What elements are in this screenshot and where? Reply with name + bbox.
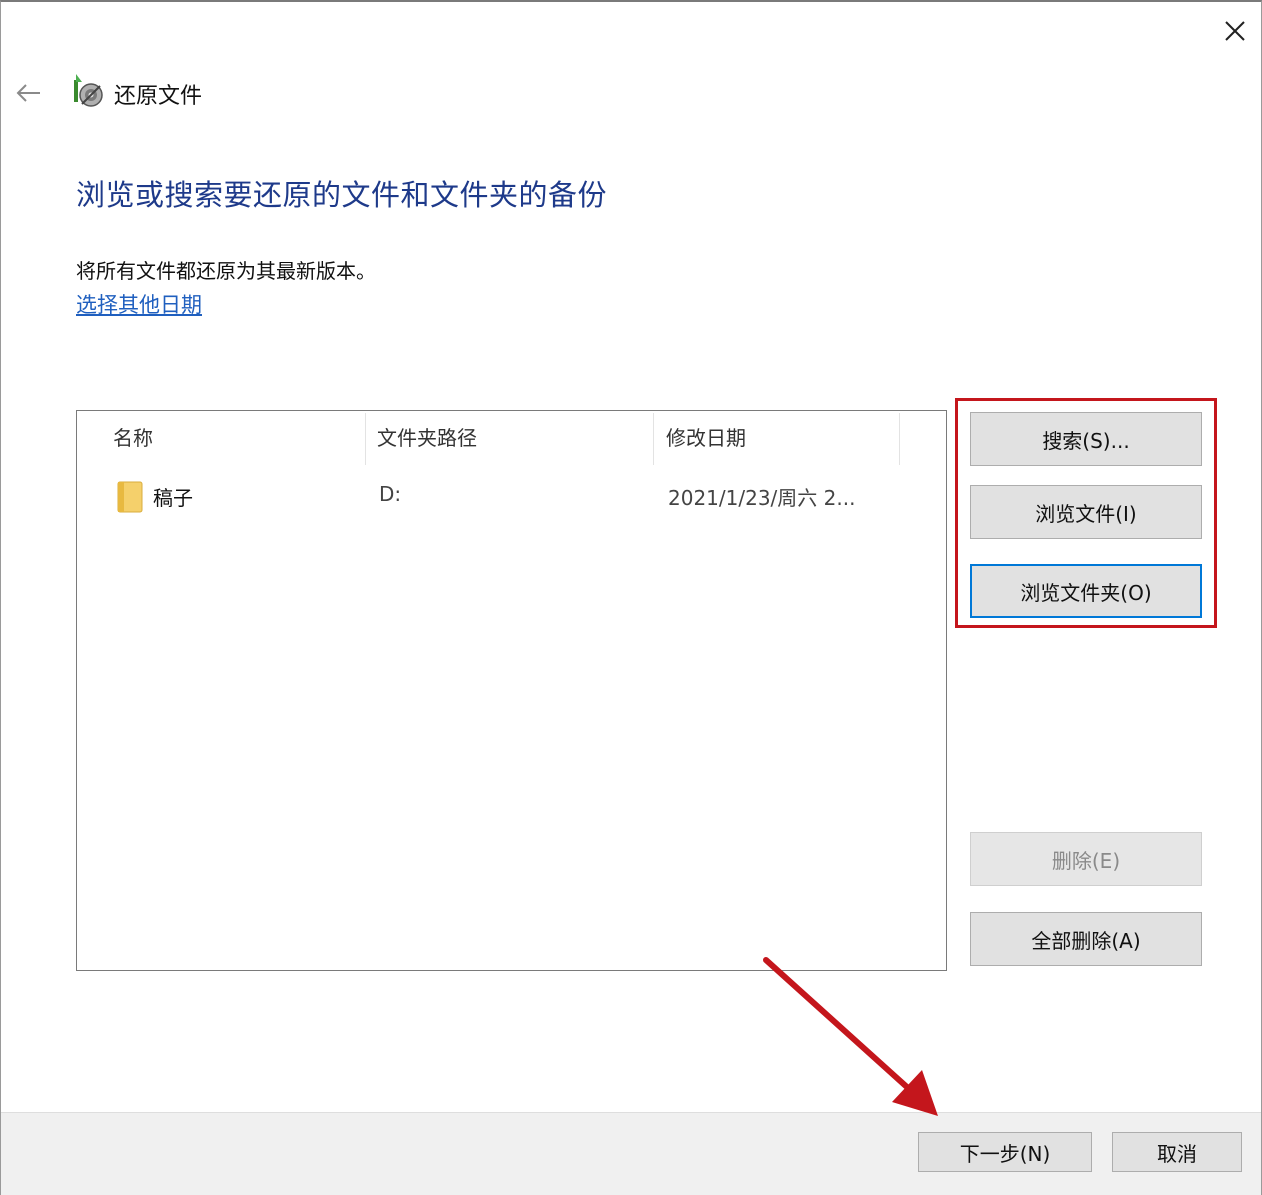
- restore-app-icon: [72, 74, 104, 108]
- cancel-button[interactable]: 取消: [1112, 1132, 1242, 1172]
- remove-button[interactable]: 删除(E): [970, 832, 1202, 886]
- search-button[interactable]: 搜索(S)...: [970, 412, 1202, 466]
- file-modified-date: 2021/1/23/周六 2...: [668, 486, 856, 510]
- file-name: 稿子: [153, 486, 193, 510]
- browse-folders-button[interactable]: 浏览文件夹(O): [970, 564, 1202, 618]
- description-text: 将所有文件都还原为其最新版本。: [76, 259, 376, 283]
- back-button[interactable]: [12, 76, 46, 110]
- column-header-modified-date[interactable]: 修改日期: [666, 423, 746, 467]
- page-heading: 浏览或搜索要还原的文件和文件夹的备份: [76, 178, 608, 212]
- column-divider[interactable]: [653, 413, 654, 465]
- file-list[interactable]: 名称 文件夹路径 修改日期 稿子 D: 2021/1/23/周六 2...: [76, 410, 947, 971]
- column-divider[interactable]: [365, 413, 366, 465]
- file-folder-path: D:: [379, 482, 402, 506]
- folder-icon: [117, 481, 143, 513]
- close-button[interactable]: [1216, 12, 1254, 50]
- window-title: 还原文件: [114, 84, 203, 109]
- column-divider[interactable]: [899, 413, 900, 465]
- choose-other-date-link[interactable]: 选择其他日期: [76, 289, 202, 319]
- column-header-name[interactable]: 名称: [113, 423, 153, 467]
- column-header-folder-path[interactable]: 文件夹路径: [377, 423, 477, 467]
- back-arrow-icon: [16, 84, 40, 102]
- browse-files-button[interactable]: 浏览文件(I): [970, 485, 1202, 539]
- next-button[interactable]: 下一步(N): [918, 1132, 1092, 1172]
- close-icon: [1225, 21, 1245, 41]
- remove-all-button[interactable]: 全部删除(A): [970, 912, 1202, 966]
- file-row[interactable]: 稿子 D: 2021/1/23/周六 2...: [79, 475, 941, 519]
